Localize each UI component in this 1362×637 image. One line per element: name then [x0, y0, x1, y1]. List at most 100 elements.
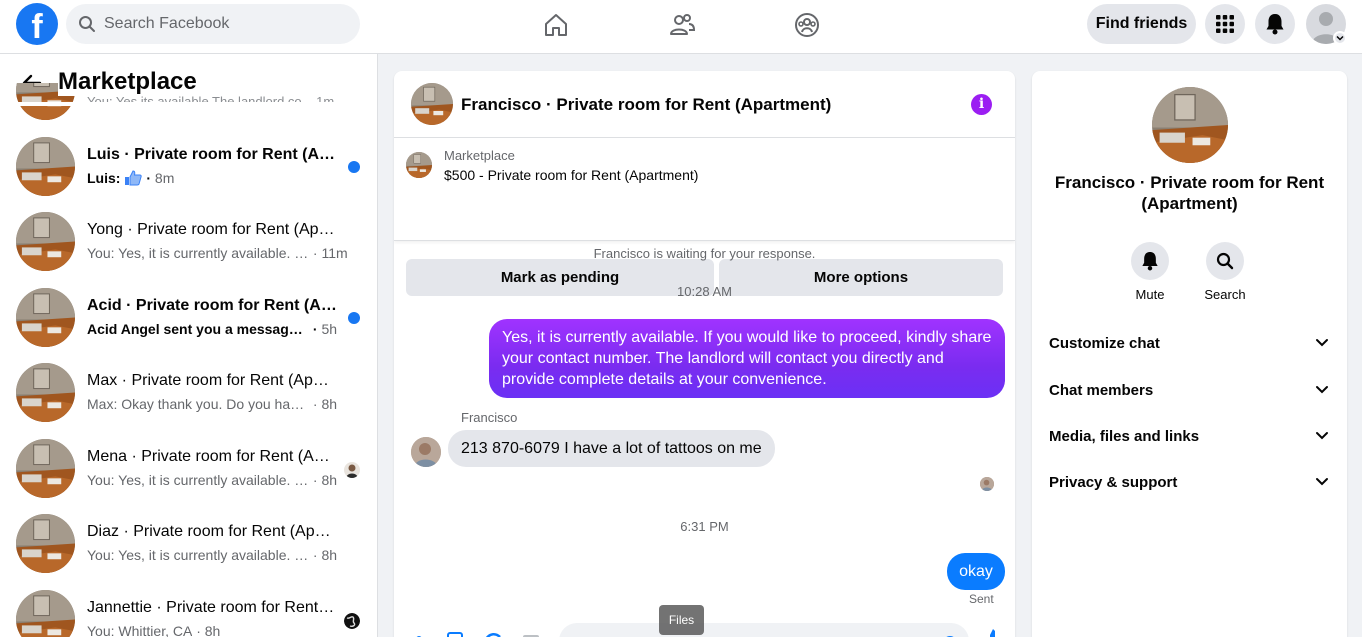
notifications-button[interactable]	[1255, 4, 1295, 44]
incoming-message[interactable]: 213 870-6079 I have a lot of tattoos on …	[448, 430, 775, 467]
listing-thumbnail-small[interactable]	[406, 152, 432, 178]
listing-thumbnail	[16, 514, 75, 573]
message-input[interactable]	[559, 623, 969, 637]
room-photo	[16, 514, 75, 573]
find-friends-button[interactable]: Find friends	[1087, 4, 1196, 44]
account-caret[interactable]	[1333, 31, 1347, 45]
snippet-text: You: Yes, it is currently available. If …	[87, 547, 309, 563]
facebook-logo[interactable]: f	[16, 3, 58, 45]
room-photo	[16, 590, 75, 637]
snippet-text: You: Yes, it is currently available. If …	[87, 472, 309, 488]
room-photo	[16, 439, 75, 498]
listing-thumbnail	[16, 212, 75, 271]
conversation-time: 8h	[321, 547, 338, 563]
mute-action[interactable]: Mute	[1120, 242, 1180, 302]
listing-price-title[interactable]: $500 - Private room for Rent (Apartment)	[444, 167, 698, 183]
gif-icon[interactable]	[521, 627, 539, 637]
listing-thumbnail	[16, 439, 75, 498]
media-files-links-section[interactable]: Media, files and links	[1032, 419, 1347, 455]
chevron-down-icon	[1316, 432, 1328, 440]
details-title: Francisco · Private room for Rent (Apart…	[1054, 173, 1325, 213]
unread-dot	[348, 312, 360, 324]
chat-window: Francisco · Private room for Rent (Apart…	[394, 71, 1015, 637]
like-icon[interactable]	[984, 627, 1002, 637]
snippet-text: Max: Okay thank you. Do you happen to kn…	[87, 396, 309, 412]
bell-icon	[1142, 252, 1158, 271]
section-label: Customize chat	[1049, 335, 1160, 352]
chat-members-section[interactable]: Chat members	[1032, 373, 1347, 409]
room-photo	[16, 363, 75, 422]
banner-label: Marketplace	[444, 148, 515, 163]
chat-title[interactable]: Francisco · Private room for Rent (Apart…	[461, 95, 831, 115]
privacy-support-section[interactable]: Privacy & support	[1032, 465, 1347, 501]
conversation-item[interactable]: Max · Private room for Rent (Apartment) M…	[16, 363, 368, 425]
conversation-snippet: Max: Okay thank you. Do you happen to kn…	[87, 396, 338, 412]
unread-dot	[348, 161, 360, 173]
section-label: Chat members	[1049, 382, 1154, 399]
conversation-item[interactable]: Jannettie · Private room for Rent (Apart…	[16, 590, 368, 637]
room-photo	[411, 83, 453, 125]
conversation-name: Acid · Private room for Rent (Apartment)	[87, 297, 337, 314]
info-icon[interactable]: i	[971, 94, 992, 115]
seen-receipt-avatar	[980, 477, 994, 491]
conversation-name: Jannettie · Private room for Rent (Apart…	[87, 599, 337, 616]
search-box[interactable]	[66, 4, 360, 44]
snippet-text: Acid Angel sent you a message about your…	[87, 321, 309, 337]
friends-icon[interactable]	[668, 11, 696, 39]
chat-listing-thumbnail[interactable]	[411, 83, 453, 125]
waiting-notice: Francisco is waiting for your response.	[593, 246, 816, 261]
conversation-name: Mena · Private room for Rent (Apartment)	[87, 448, 337, 465]
snippet-text: You: Whittier, CA	[87, 623, 193, 637]
conversation-name: Max · Private room for Rent (Apartment)	[87, 372, 337, 389]
chevron-down-icon	[1316, 478, 1328, 486]
listing-thumbnail	[16, 137, 75, 196]
read-receipt-avatar	[344, 462, 360, 478]
chevron-down-icon	[1316, 339, 1328, 347]
conversation-item[interactable]: Acid · Private room for Rent (Apartment)…	[16, 288, 368, 350]
chevron-down-icon	[1316, 386, 1328, 394]
conversation-item[interactable]: Yong · Private room for Rent (Apartment)…	[16, 212, 368, 274]
conversation-time: 8h	[321, 472, 338, 488]
marketplace-listing-banner: Marketplace $500 - Private room for Rent…	[394, 139, 1015, 296]
files-tooltip: Files	[659, 605, 704, 635]
search-icon	[79, 16, 95, 32]
top-navigation-bar: f Find friends	[0, 0, 1362, 54]
room-photo	[16, 212, 75, 271]
conversation-item[interactable]: Luis · Private room for Rent (Apartment)…	[16, 137, 368, 199]
conversation-snippet: Luis: · 8m	[87, 170, 175, 186]
search-action[interactable]: Search	[1195, 242, 1255, 302]
outgoing-message[interactable]: okay	[947, 553, 1005, 590]
menu-button[interactable]	[1205, 4, 1245, 44]
conversation-time: 11m	[321, 245, 348, 261]
conversation-name: Diaz · Private room for Rent (Apartment)	[87, 523, 337, 540]
search-input[interactable]	[104, 4, 344, 44]
groups-icon[interactable]	[793, 11, 821, 39]
conversation-snippet: You: Yes, it is currently available. If …	[87, 245, 348, 261]
room-photo	[1152, 87, 1228, 163]
customize-chat-section[interactable]: Customize chat	[1032, 326, 1347, 362]
conversation-item[interactable]: Diaz · Private room for Rent (Apartment)…	[16, 514, 368, 576]
sender-avatar[interactable]	[411, 437, 441, 467]
conversation-snippet: You: Yes, it is currently available. If …	[87, 472, 338, 488]
outgoing-message[interactable]: Yes, it is currently available. If you w…	[489, 319, 1005, 398]
emoji-icon[interactable]	[940, 627, 958, 637]
conversation-name: Luis · Private room for Rent (Apartment)	[87, 146, 337, 163]
snippet-sender: Luis:	[87, 170, 121, 186]
person-photo	[411, 437, 441, 467]
list-divider	[0, 102, 377, 106]
chat-header: Francisco · Private room for Rent (Apart…	[394, 71, 1015, 138]
conversation-item[interactable]: Mena · Private room for Rent (Apartment)…	[16, 439, 368, 501]
search-icon	[1216, 252, 1234, 270]
listing-thumbnail	[16, 363, 75, 422]
sticker-icon[interactable]	[484, 627, 502, 637]
search-label: Search	[1204, 287, 1246, 302]
thumbs-up-icon	[124, 170, 143, 186]
plus-actions-icon[interactable]	[410, 627, 428, 637]
home-icon[interactable]	[542, 11, 570, 39]
details-listing-thumbnail[interactable]	[1152, 87, 1228, 163]
grid-menu-icon	[1216, 15, 1234, 33]
room-photo	[16, 288, 75, 347]
photo-icon[interactable]	[446, 627, 464, 637]
chevron-down-icon	[1336, 35, 1344, 41]
room-photo	[406, 152, 432, 178]
